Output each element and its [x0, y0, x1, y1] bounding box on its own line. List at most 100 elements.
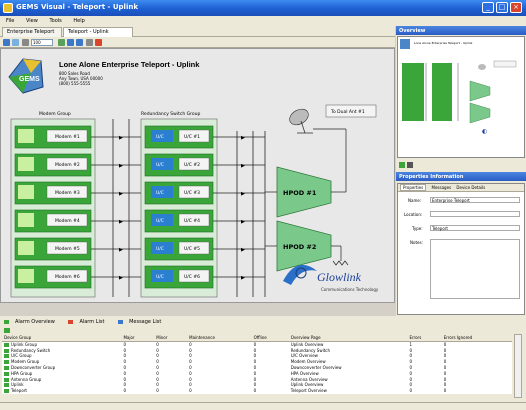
- list-icon[interactable]: [407, 162, 413, 168]
- tab-alarm-list[interactable]: Alarm List: [68, 319, 110, 325]
- col-errors-ignored[interactable]: Errors Ignored: [441, 334, 512, 342]
- modem-label: Modem #6: [55, 274, 80, 280]
- zoom-select[interactable]: 100: [31, 39, 53, 46]
- uc-tag: U/C: [156, 190, 164, 196]
- prop-value-name[interactable]: Enterprise Teleport: [430, 197, 520, 203]
- svg-text:▶: ▶: [241, 135, 245, 141]
- uc-label: U/C #1: [184, 134, 200, 140]
- menu-file[interactable]: File: [6, 18, 14, 24]
- status-bar: [0, 402, 526, 410]
- diagram-heading: Lone Alone Enterprise Teleport - Uplink: [59, 60, 200, 69]
- props-tab-properties[interactable]: Properties: [400, 184, 427, 191]
- prop-value-type[interactable]: Teleport: [430, 225, 520, 231]
- tab-message-list[interactable]: Message List: [118, 319, 167, 325]
- svg-text:▶: ▶: [119, 219, 123, 225]
- col-device-group[interactable]: Device Group: [2, 334, 122, 342]
- upconverter-row-6[interactable]: U/C U/C #6 ▶: [144, 265, 265, 289]
- modem-row-2[interactable]: Modem #2 ▶: [14, 153, 141, 177]
- modem-row-6[interactable]: Modem #6 ▶: [14, 265, 141, 289]
- sort-icon[interactable]: [399, 162, 405, 168]
- refresh-icon[interactable]: [58, 39, 65, 46]
- vertical-scrollbar[interactable]: [514, 334, 522, 398]
- upconverter-row-1[interactable]: U/C U/C #1 ▶: [144, 125, 265, 149]
- tab-enterprise-teleport[interactable]: Enterprise Teleport: [2, 27, 62, 37]
- dummy-load-icon: [332, 260, 349, 266]
- col-minor[interactable]: Minor: [154, 334, 188, 342]
- prop-label-type: Type:: [412, 226, 423, 231]
- menu-help[interactable]: Help: [73, 18, 84, 24]
- properties-panel: Properties Messages Device Details Name:…: [397, 183, 525, 315]
- overview-panel[interactable]: Lone Alone Enterprise Teleport - Uplink …: [397, 36, 525, 158]
- refresh-icon[interactable]: [4, 328, 10, 333]
- props-tab-device-details[interactable]: Device Details: [456, 185, 485, 190]
- modem-row-3[interactable]: Modem #3 ▶: [14, 181, 141, 205]
- gems-logo: GEMS: [8, 58, 44, 94]
- modem-row-1[interactable]: Modem #1 ▶: [14, 125, 141, 149]
- right-pane: Overview Lone Alone Enterprise Teleport …: [396, 26, 526, 316]
- app-icon: [3, 3, 13, 13]
- col-major[interactable]: Major: [121, 334, 155, 342]
- uc-label: U/C #5: [184, 246, 200, 252]
- menu-tools[interactable]: Tools: [49, 18, 61, 24]
- col-overview-page[interactable]: Overview Page: [288, 334, 408, 342]
- diagram-canvas[interactable]: GEMS Lone Alone Enterprise Teleport - Up…: [0, 48, 395, 303]
- col-maintenance[interactable]: Maintenance: [187, 334, 252, 342]
- maximize-button[interactable]: □: [496, 2, 508, 13]
- modem-row-5[interactable]: Modem #5 ▶: [14, 237, 141, 261]
- upconverter-row-5[interactable]: U/C U/C #5 ▶: [144, 237, 265, 261]
- bottom-pane: Alarm Overview Alarm List Message List D…: [0, 316, 526, 402]
- svg-text:▶: ▶: [119, 247, 123, 253]
- stop-icon[interactable]: [95, 39, 102, 46]
- uc-tag: U/C: [156, 134, 164, 140]
- overview-header: Overview: [396, 26, 526, 35]
- prop-label-location: Location:: [404, 212, 423, 217]
- address-line-3: (800) 555-5555: [59, 81, 91, 86]
- uc-label: U/C #2: [184, 162, 200, 168]
- zoom-icon[interactable]: [22, 39, 29, 46]
- alarm-table: Device Group Major Minor Maintenance Off…: [2, 334, 512, 394]
- uc-tag: U/C: [156, 162, 164, 168]
- zoom-in-icon[interactable]: [67, 39, 74, 46]
- svg-text:▶: ▶: [241, 191, 245, 197]
- hpa-1[interactable]: HPOD #1: [276, 166, 332, 218]
- back-icon[interactable]: [3, 39, 10, 46]
- modem-label: Modem #1: [55, 134, 80, 140]
- upconverter-row-3[interactable]: U/C U/C #3 ▶: [144, 181, 265, 205]
- hpa-2[interactable]: HPOD #2: [276, 220, 332, 272]
- switch-group-label: Redundancy Switch Group: [141, 111, 200, 117]
- prop-value-notes[interactable]: [430, 239, 520, 299]
- svg-text:▶: ▶: [241, 247, 245, 253]
- tab-teleport-uplink[interactable]: Teleport - Uplink: [63, 27, 133, 37]
- table-header: Device Group Major Minor Maintenance Off…: [2, 334, 512, 342]
- close-button[interactable]: ×: [510, 2, 522, 13]
- document-tabs: Enterprise Teleport Teleport - Uplink: [0, 26, 395, 37]
- svg-text:▶: ▶: [241, 219, 245, 225]
- menu-bar: File View Tools Help: [0, 16, 526, 26]
- table-row[interactable]: Teleport 0 0 0 0 Teleport Overview 0 0: [2, 388, 512, 394]
- minimize-button[interactable]: _: [482, 2, 494, 13]
- menu-view[interactable]: View: [26, 18, 38, 24]
- modem-label: Modem #2: [55, 162, 80, 168]
- modem-row-4[interactable]: Modem #4 ▶: [14, 209, 141, 233]
- props-tab-messages[interactable]: Messages: [432, 185, 452, 190]
- satellite-dish-icon[interactable]: [287, 106, 313, 134]
- col-offline[interactable]: Offline: [251, 334, 289, 342]
- col-errors[interactable]: Errors: [407, 334, 442, 342]
- tab-alarm-overview[interactable]: Alarm Overview: [4, 319, 61, 325]
- toolbar: 100: [0, 37, 395, 48]
- prop-value-location[interactable]: [430, 211, 520, 217]
- settings-icon[interactable]: [86, 39, 93, 46]
- prop-label-notes: Notes:: [410, 240, 423, 245]
- upconverter-row-4[interactable]: U/C U/C #4 ▶: [144, 209, 265, 233]
- overview-thumbnail: Lone Alone Enterprise Teleport - Uplink …: [400, 39, 517, 135]
- forward-icon[interactable]: [12, 39, 19, 46]
- hpa-1-label: HPOD #1: [283, 189, 317, 197]
- uc-tag: U/C: [156, 274, 164, 280]
- upconverter-row-2[interactable]: U/C U/C #2 ▶: [144, 153, 265, 177]
- tab-label: Teleport - Uplink: [68, 29, 109, 35]
- zoom-out-icon[interactable]: [76, 39, 83, 46]
- svg-text:▶: ▶: [119, 275, 123, 281]
- glowlink-logo: Glowlink Communications Technology: [283, 264, 379, 292]
- uplink-diagram: GEMS Lone Alone Enterprise Teleport - Up…: [8, 58, 379, 298]
- modem-label: Modem #3: [55, 190, 80, 196]
